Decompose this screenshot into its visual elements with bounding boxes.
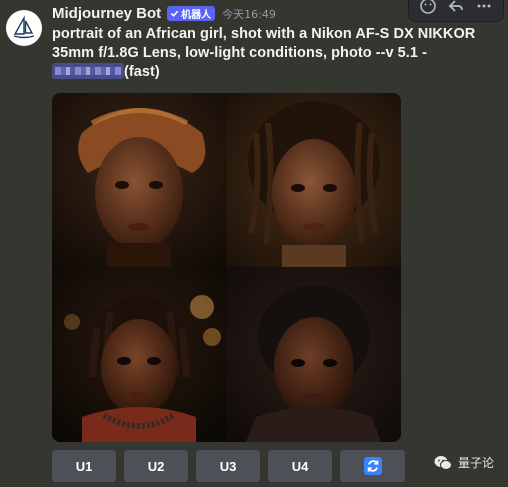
grid-image-2[interactable] bbox=[226, 93, 401, 267]
author-name[interactable]: Midjourney Bot bbox=[52, 5, 161, 22]
message-content: portrait of an African girl, shot with a… bbox=[52, 25, 497, 82]
message-header: Midjourney Bot 机器人 今天16:49 bbox=[52, 5, 276, 22]
upscale-2-button[interactable]: U2 bbox=[124, 450, 188, 482]
upscale-1-button[interactable]: U1 bbox=[52, 450, 116, 482]
user-mention[interactable] bbox=[52, 63, 124, 79]
bot-badge-label: 机器人 bbox=[181, 10, 212, 21]
grid-image-4[interactable] bbox=[226, 267, 401, 442]
sailboat-icon bbox=[13, 15, 35, 39]
grid-image-1[interactable] bbox=[52, 93, 226, 267]
wechat-icon bbox=[434, 455, 452, 470]
reroll-button[interactable] bbox=[340, 450, 405, 482]
refresh-icon bbox=[363, 457, 382, 475]
bot-avatar[interactable] bbox=[6, 10, 42, 46]
reply-icon[interactable] bbox=[443, 0, 469, 17]
watermark: 量子论 bbox=[434, 454, 494, 471]
upscale-4-button[interactable]: U4 bbox=[268, 450, 332, 482]
more-icon[interactable] bbox=[471, 0, 497, 17]
action-buttons: U1 U2 U3 U4 bbox=[52, 450, 405, 482]
chat-message: Midjourney Bot 机器人 今天16:49 portrait of a… bbox=[0, 0, 508, 487]
watermark-label: 量子论 bbox=[458, 456, 495, 470]
add-reaction-icon[interactable] bbox=[415, 0, 441, 17]
message-timestamp: 今天16:49 bbox=[222, 7, 276, 21]
upscale-3-button[interactable]: U3 bbox=[196, 450, 260, 482]
checkmark-icon bbox=[170, 10, 179, 17]
grid-image-3[interactable] bbox=[52, 267, 226, 442]
prompt-suffix: (fast) bbox=[124, 64, 160, 80]
message-toolbar bbox=[408, 0, 504, 22]
prompt-text: portrait of an African girl, shot with a… bbox=[52, 26, 476, 61]
bot-badge: 机器人 bbox=[167, 6, 216, 21]
image-grid[interactable] bbox=[52, 93, 401, 442]
